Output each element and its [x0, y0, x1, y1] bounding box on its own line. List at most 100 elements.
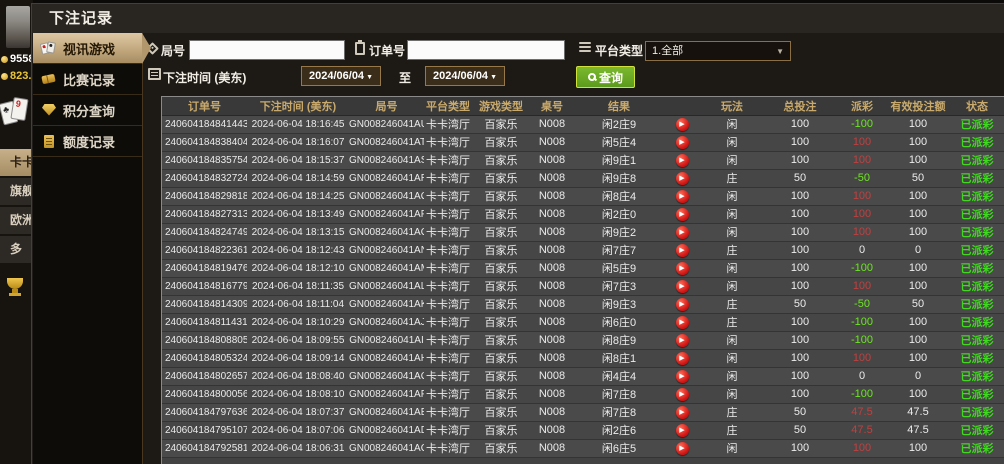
- play-button[interactable]: ▶: [675, 441, 689, 455]
- cell-table-no: N008: [530, 223, 574, 242]
- balance-secondary-value: 823.: [10, 70, 32, 82]
- col-header-table-no: 桌号: [530, 97, 574, 116]
- bet-time-label: 下注时间 (美东): [163, 71, 247, 85]
- cell-order-no: 240604184835754: [162, 151, 247, 170]
- bet-records-table: 订单号 下注时间 (美东) 局号 平台类型 游戏类型 桌号 结果 玩法 总投注 …: [161, 96, 1004, 464]
- play-button[interactable]: ▶: [675, 135, 689, 149]
- col-header-total-bet: 总投注: [764, 97, 836, 116]
- play-button[interactable]: ▶: [675, 225, 689, 239]
- table-row: 240604184816779 2024-06-04 18:11:35 GN00…: [162, 277, 1004, 296]
- play-button[interactable]: ▶: [675, 207, 689, 221]
- cell-payout: -100: [836, 331, 888, 350]
- cell-order-no: 240604184824749: [162, 223, 247, 242]
- cell-game-type: 百家乐: [472, 169, 530, 188]
- cell-bet-time: 2024-06-04 18:12:43: [247, 241, 349, 260]
- game-no-input[interactable]: [189, 40, 345, 60]
- cell-total-bet: 100: [764, 205, 836, 224]
- sidebar-item-match-records[interactable]: 比赛记录: [33, 64, 142, 95]
- cell-order-no: 240604184811431: [162, 313, 247, 332]
- cell-play: 闲: [700, 277, 764, 296]
- balance-primary-value: 9558: [10, 53, 33, 65]
- cell-order-no: 240604184792581: [162, 439, 247, 458]
- cell-game-type: 百家乐: [472, 223, 530, 242]
- sidebar-item-video-games[interactable]: 视讯游戏: [33, 33, 151, 64]
- server-icon: [579, 42, 591, 54]
- play-button[interactable]: ▶: [675, 405, 689, 419]
- sidebar-item-points-query[interactable]: 积分查询: [33, 95, 142, 126]
- play-button[interactable]: ▶: [675, 297, 689, 311]
- cell-table-no: N008: [530, 331, 574, 350]
- cell-replay: ▶: [664, 295, 700, 314]
- play-button[interactable]: ▶: [675, 117, 689, 131]
- cell-bet-time: 2024-06-04 18:16:45: [247, 115, 349, 134]
- play-button[interactable]: ▶: [675, 243, 689, 257]
- cell-platform: 卡卡湾厅: [424, 259, 472, 278]
- table-body: 240604184841443 2024-06-04 18:16:45 GN00…: [162, 115, 1004, 458]
- cell-replay: ▶: [664, 439, 700, 458]
- play-button[interactable]: ▶: [675, 351, 689, 365]
- date-to-picker[interactable]: 2024/06/04 ▼: [425, 66, 505, 86]
- playing-card-icon: [10, 96, 29, 122]
- cell-valid-bet: 100: [888, 187, 948, 206]
- cell-payout: -50: [836, 169, 888, 188]
- play-button[interactable]: ▶: [675, 261, 689, 275]
- cell-game-type: 百家乐: [472, 205, 530, 224]
- query-button[interactable]: 查询: [576, 66, 635, 88]
- sidebar-item-quota-records[interactable]: 额度记录: [33, 126, 142, 157]
- table-row: 240604184797636 2024-06-04 18:07:37 GN00…: [162, 403, 1004, 422]
- cell-game-no: GN008246041AU: [349, 115, 424, 134]
- cell-valid-bet: 100: [888, 133, 948, 152]
- cell-replay: ▶: [664, 403, 700, 422]
- table-row: 240604184808805 2024-06-04 18:09:55 GN00…: [162, 331, 1004, 350]
- play-button[interactable]: ▶: [675, 423, 689, 437]
- cell-table-no: N008: [530, 259, 574, 278]
- cell-game-no: GN008246041AN: [349, 241, 424, 260]
- cell-order-no: 240604184819476: [162, 259, 247, 278]
- play-button[interactable]: ▶: [675, 279, 689, 293]
- table-header-row: 订单号 下注时间 (美东) 局号 平台类型 游戏类型 桌号 结果 玩法 总投注 …: [162, 97, 1004, 116]
- cell-table-no: N008: [530, 385, 574, 404]
- sidebar-item-label: 积分查询: [63, 103, 116, 119]
- cell-valid-bet: 100: [888, 115, 948, 134]
- cell-game-no: GN008246041AC: [349, 439, 424, 458]
- play-button[interactable]: ▶: [675, 315, 689, 329]
- cell-game-type: 百家乐: [472, 349, 530, 368]
- cell-game-type: 百家乐: [472, 367, 530, 386]
- col-header-time: 下注时间 (美东): [247, 97, 349, 116]
- cell-replay: ▶: [664, 115, 700, 134]
- cell-replay: ▶: [664, 151, 700, 170]
- cell-total-bet: 100: [764, 331, 836, 350]
- cell-payout: 100: [836, 187, 888, 206]
- play-button[interactable]: ▶: [675, 333, 689, 347]
- cell-table-no: N008: [530, 421, 574, 440]
- cell-game-type: 百家乐: [472, 187, 530, 206]
- cell-bet-time: 2024-06-04 18:16:07: [247, 133, 349, 152]
- cell-valid-bet: 100: [888, 205, 948, 224]
- col-header-result: 结果: [574, 97, 664, 116]
- cell-play: 闲: [700, 133, 764, 152]
- background-page: 9558 823. 卡卡旗舰欧洲多: [0, 0, 33, 464]
- game-no-label: 局号: [161, 44, 186, 58]
- play-button[interactable]: ▶: [675, 189, 689, 203]
- cell-total-bet: 100: [764, 367, 836, 386]
- play-button[interactable]: ▶: [675, 171, 689, 185]
- table-row: 240604184792581 2024-06-04 18:06:31 GN00…: [162, 439, 1004, 458]
- cell-order-no: 240604184816779: [162, 277, 247, 296]
- cell-replay: ▶: [664, 277, 700, 296]
- avatar: [6, 6, 30, 48]
- cell-play: 闲: [700, 205, 764, 224]
- play-button[interactable]: ▶: [675, 387, 689, 401]
- platform-select-value: 1.全部: [652, 45, 684, 57]
- order-no-input[interactable]: [407, 40, 565, 60]
- play-button[interactable]: ▶: [675, 153, 689, 167]
- cell-table-no: N008: [530, 349, 574, 368]
- cell-platform: 卡卡湾厅: [424, 295, 472, 314]
- platform-select[interactable]: ▼ 1.全部: [645, 41, 791, 61]
- cell-table-no: N008: [530, 295, 574, 314]
- play-button[interactable]: ▶: [675, 369, 689, 383]
- cell-replay: ▶: [664, 331, 700, 350]
- chevron-down-icon: ▼: [490, 74, 497, 81]
- cell-play: 闲: [700, 151, 764, 170]
- date-from-picker[interactable]: 2024/06/04 ▼: [301, 66, 381, 86]
- cell-status: 已派彩: [948, 439, 1004, 458]
